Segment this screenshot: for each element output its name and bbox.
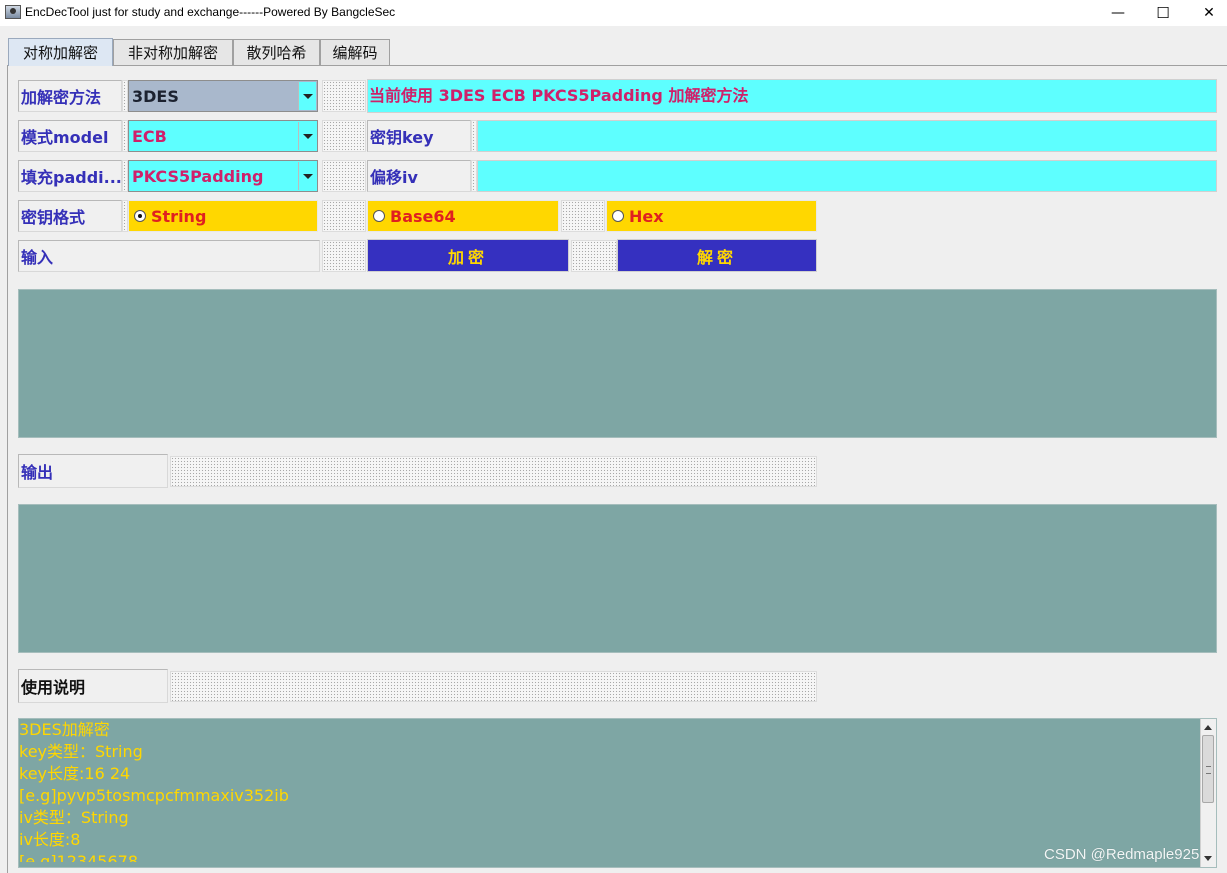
input-label: 输入 — [18, 240, 320, 272]
radio-selected-icon[interactable] — [134, 210, 146, 222]
spacer — [561, 200, 605, 232]
output-textarea[interactable] — [18, 504, 1217, 653]
model-select[interactable]: ECB — [128, 120, 318, 152]
iv-input[interactable] — [477, 160, 1217, 192]
model-select-value: ECB — [132, 126, 167, 146]
scroll-thumb[interactable] — [1202, 735, 1214, 803]
spacer — [170, 456, 817, 487]
scroll-down-icon[interactable] — [1201, 851, 1215, 865]
radio-string[interactable]: String — [128, 200, 318, 232]
output-label: 输出 — [18, 454, 168, 488]
radio-unselected-icon[interactable] — [373, 210, 385, 222]
spacer — [322, 160, 366, 192]
model-label: 模式model — [18, 120, 122, 152]
status-text: 当前使用 3DES ECB PKCS5Padding 加解密方法 — [367, 79, 1217, 113]
spacer — [322, 120, 366, 152]
padding-label: 填充paddi... — [18, 160, 122, 192]
padding-select[interactable]: PKCS5Padding — [128, 160, 318, 192]
radio-unselected-icon[interactable] — [612, 210, 624, 222]
input-textarea[interactable] — [18, 289, 1217, 438]
chevron-down-icon[interactable] — [298, 82, 316, 110]
iv-label: 偏移iv — [367, 160, 471, 192]
usage-line: key类型：String — [19, 742, 143, 761]
tab-hash[interactable]: 散列哈希 — [233, 39, 320, 65]
chevron-down-icon[interactable] — [298, 122, 316, 150]
usage-line: key长度:16 24 — [19, 764, 131, 783]
encrypt-button[interactable]: 加密 — [367, 239, 569, 272]
radio-hex[interactable]: Hex — [606, 200, 817, 232]
tab-asymmetric[interactable]: 非对称加解密 — [113, 39, 233, 65]
key-label: 密钥key — [367, 120, 471, 152]
spacer — [322, 80, 366, 112]
method-select-value: 3DES — [132, 86, 179, 106]
spacer — [170, 671, 817, 702]
tab-encode[interactable]: 编解码 — [320, 39, 390, 65]
close-button[interactable]: ✕ — [1186, 0, 1227, 26]
key-input[interactable] — [477, 120, 1217, 152]
window-title: EncDecTool just for study and exchange--… — [25, 5, 396, 19]
spacer — [571, 240, 617, 272]
chevron-down-icon[interactable] — [298, 162, 316, 190]
usage-label: 使用说明 — [18, 669, 168, 703]
watermark: CSDN @Redmaple925 — [1044, 846, 1200, 863]
usage-line: iv类型：String — [19, 808, 129, 827]
tab-symmetric[interactable]: 对称加解密 — [8, 38, 113, 66]
usage-line: [e.g]pyvp5tosmcpcfmmaxiv352ib — [19, 786, 289, 805]
usage-line: 3DES加解密 — [19, 720, 110, 739]
app-icon — [5, 5, 21, 19]
padding-select-value: PKCS5Padding — [132, 166, 264, 186]
usage-text: 3DES加解密 key类型：String key长度:16 24 [e.g]py… — [19, 719, 289, 862]
maximize-button[interactable]: ☐ — [1140, 0, 1186, 26]
decrypt-button[interactable]: 解密 — [617, 239, 817, 272]
scroll-up-icon[interactable] — [1201, 720, 1215, 734]
method-label: 加解密方法 — [18, 80, 122, 112]
radio-base64[interactable]: Base64 — [367, 200, 559, 232]
spacer — [322, 200, 366, 232]
radio-base64-label: Base64 — [390, 206, 456, 226]
method-select[interactable]: 3DES — [128, 80, 318, 112]
app-window: EncDecTool just for study and exchange--… — [0, 0, 1227, 873]
key-format-label: 密钥格式 — [18, 200, 122, 232]
radio-string-label: String — [151, 206, 207, 226]
usage-line: [e.g]12345678 — [19, 852, 139, 862]
usage-line: iv长度:8 — [19, 830, 81, 849]
minimize-button[interactable]: — — [1095, 0, 1141, 26]
spacer — [322, 240, 366, 272]
radio-hex-label: Hex — [629, 206, 664, 226]
